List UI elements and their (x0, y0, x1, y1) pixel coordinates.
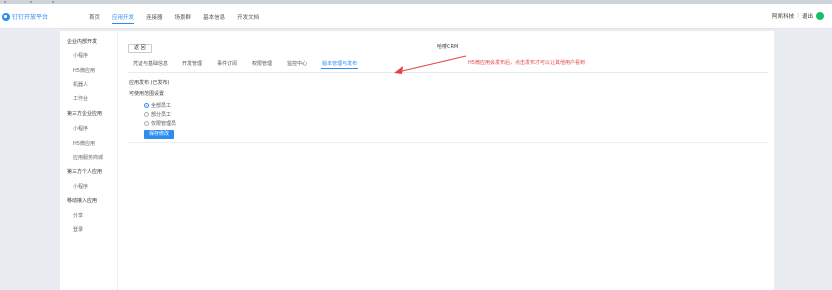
tab-version-release[interactable]: 版本管理与发布 (321, 60, 359, 69)
radio-icon[interactable] (144, 121, 149, 126)
tab-monitoring[interactable]: 监控中心 (287, 60, 307, 67)
user-avatar-icon[interactable] (816, 12, 824, 20)
sidebar-item-h5[interactable]: H5微应用 (73, 67, 95, 74)
browser-dot-icon (4, 1, 6, 3)
nav-connector[interactable]: 连接器 (146, 13, 163, 21)
main-nav: 首页 应用开发 连接器 场景群 基本信息 开发文档 (89, 13, 271, 24)
company-name[interactable]: 阿凯科技 (772, 12, 794, 20)
scope-option-label: 仅限管理员 (151, 121, 177, 127)
scope-option-admin[interactable]: 仅限管理员 (144, 120, 176, 127)
sidebar-group-mobile-access[interactable]: 移动接入应用 (67, 197, 97, 204)
sidebar-item-login[interactable]: 登录 (73, 226, 83, 233)
sidebar-item-robot[interactable]: 机器人 (73, 81, 88, 88)
browser-dot-icon (52, 1, 54, 3)
radio-selected-icon[interactable] (144, 103, 149, 108)
right-gutter (774, 31, 832, 290)
sidebar-item-mini-program[interactable]: 小程序 (73, 52, 88, 59)
annotation-note: H5微应用会发布后，点击发布才可以让其他用户看到 (468, 60, 585, 66)
logo-text: 钉钉开放平台 (12, 14, 49, 21)
sidebar-group-internal[interactable]: 企业内部开发 (67, 38, 97, 45)
sidebar-item-service-mall[interactable]: 应用服务商城 (73, 154, 103, 161)
scope-title: 可使用范围设置 (129, 91, 165, 97)
radio-icon[interactable] (144, 112, 149, 117)
red-arrow-icon (394, 55, 467, 74)
back-button[interactable]: 返 回 (128, 44, 152, 53)
tab-bar: 凭证与基础信息 开发管理 事件订阅 权限管理 监控中心 版本管理与发布 (133, 60, 359, 69)
sidebar-item-h5[interactable]: H5微应用 (73, 140, 95, 147)
sidebar-group-third-party-enterprise[interactable]: 第三方企业应用 (67, 110, 102, 117)
scope-option-label: 全部员工 (151, 103, 172, 109)
logo[interactable]: 钉钉开放平台 (2, 12, 48, 21)
release-status: 应用发布 (已发布) (129, 80, 170, 86)
sidebar-item-mini-program[interactable]: 小程序 (73, 183, 88, 190)
user-area: 阿凯科技 | 退出 (772, 12, 824, 20)
sidebar-item-mini-program[interactable]: 小程序 (73, 125, 88, 132)
sidebar-group-third-party-personal[interactable]: 第三方个人应用 (67, 168, 102, 175)
nav-basic-info[interactable]: 基本信息 (203, 13, 225, 21)
save-button[interactable]: 保存修改 (144, 130, 175, 139)
divider (128, 142, 768, 143)
separator: | (797, 13, 799, 19)
tab-dev-management[interactable]: 开发管理 (182, 60, 202, 67)
scope-option-partial[interactable]: 部分员工 (144, 111, 171, 118)
nav-app-dev[interactable]: 应用开发 (112, 13, 135, 24)
scope-option-all[interactable]: 全部员工 (144, 102, 171, 109)
nav-dev-docs[interactable]: 开发文档 (237, 13, 259, 21)
scope-option-label: 部分员工 (151, 112, 172, 118)
tab-permissions[interactable]: 权限管理 (252, 60, 272, 67)
sidebar-item-workbench[interactable]: 工作台 (73, 95, 88, 102)
sidebar: 企业内部开发 小程序 H5微应用 机器人 工作台 第三方企业应用 小程序 H5微… (60, 31, 118, 290)
nav-scene-group[interactable]: 场景群 (175, 13, 192, 21)
browser-dot-icon (30, 1, 32, 3)
tab-credentials[interactable]: 凭证与基础信息 (133, 60, 168, 67)
top-navbar: 钉钉开放平台 首页 应用开发 连接器 场景群 基本信息 开发文档 阿凯科技 | … (0, 4, 832, 29)
app-name: 哈喽CRM (437, 44, 459, 50)
dingtalk-logo-icon (2, 12, 10, 21)
tab-event-subscription[interactable]: 事件订阅 (217, 60, 237, 67)
logout-link[interactable]: 退出 (802, 12, 813, 20)
sidebar-item-share[interactable]: 分享 (73, 212, 83, 219)
content-area: 返 回 哈喽CRM 凭证与基础信息 开发管理 事件订阅 权限管理 监控中心 版本… (120, 31, 774, 290)
nav-home[interactable]: 首页 (89, 13, 100, 21)
